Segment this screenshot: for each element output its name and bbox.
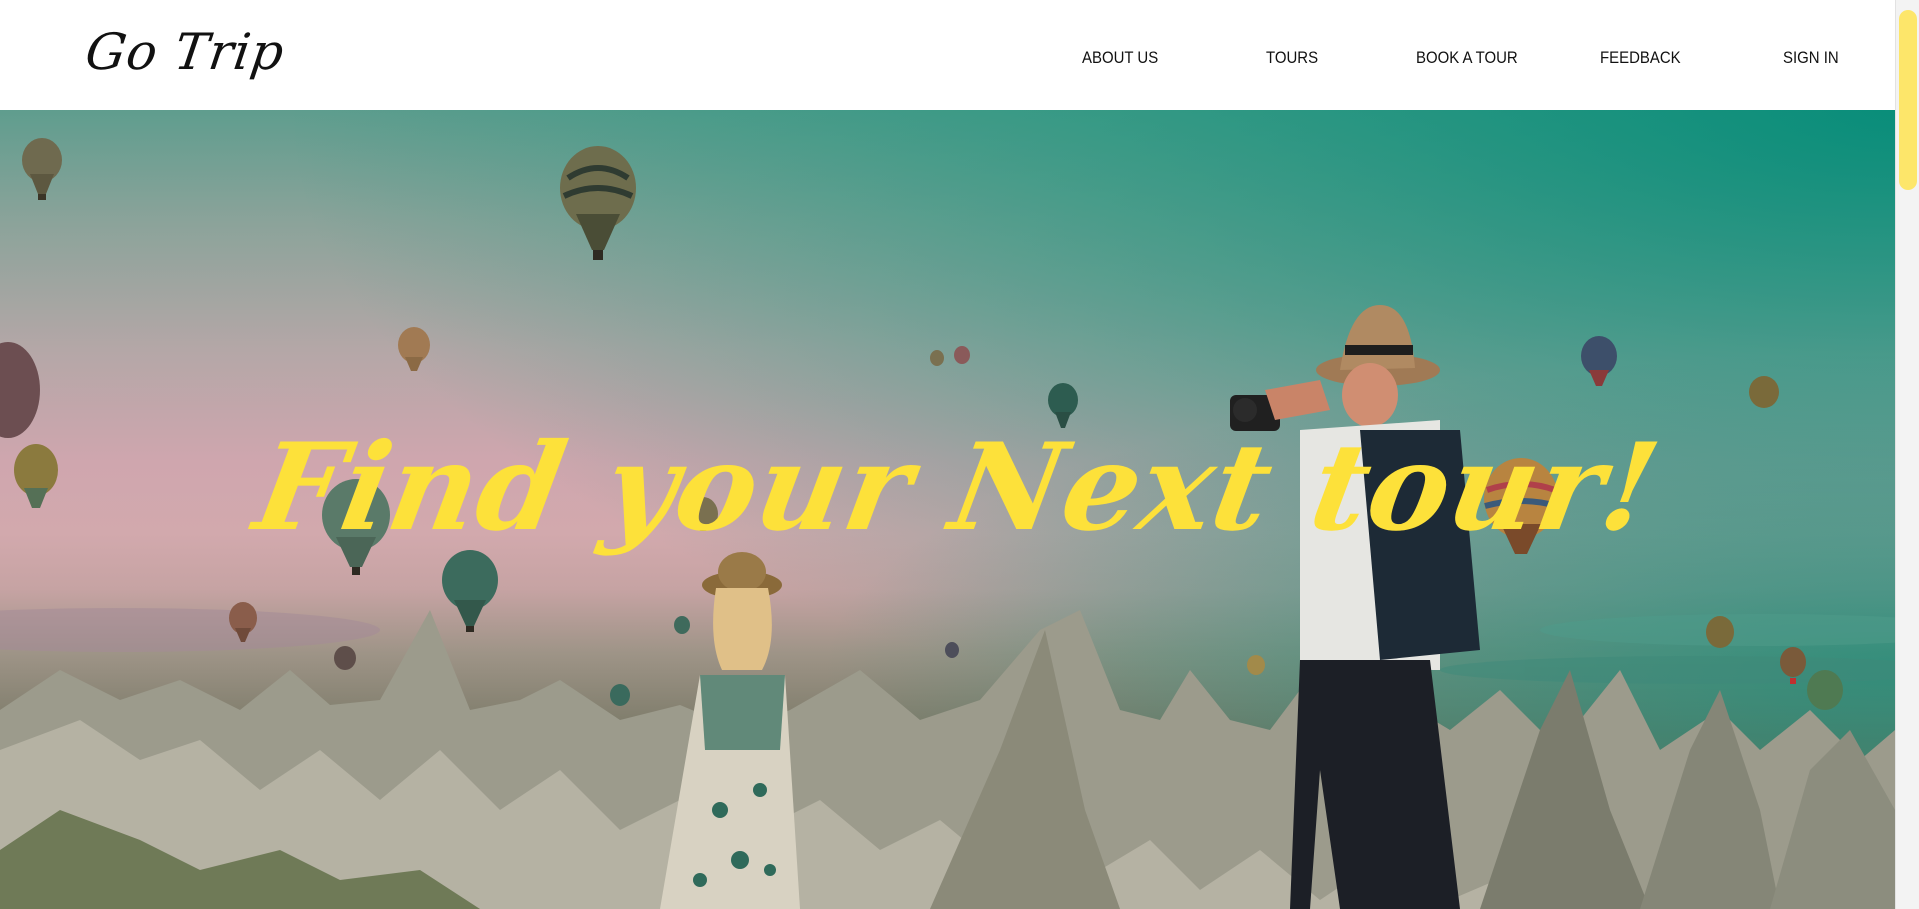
nav-about-us[interactable]: ABOUT US <box>1082 48 1158 68</box>
nav-sign-in[interactable]: SIGN IN <box>1783 48 1839 68</box>
nav-feedback[interactable]: FEEDBACK <box>1600 48 1681 68</box>
main-nav: ABOUT US TOURS BOOK A TOUR FEEDBACK SIGN… <box>1040 0 1880 110</box>
site-header: Go Trip ABOUT US TOURS BOOK A TOUR FEEDB… <box>0 0 1895 110</box>
vertical-scrollbar[interactable] <box>1895 0 1919 909</box>
hero-title: Find your Next tour! <box>245 417 1670 558</box>
nav-book-a-tour[interactable]: BOOK A TOUR <box>1416 48 1518 68</box>
page: Go Trip ABOUT US TOURS BOOK A TOUR FEEDB… <box>0 0 1919 909</box>
hero-section: Find your Next tour! <box>0 110 1895 909</box>
site-logo[interactable]: Go Trip <box>82 22 289 82</box>
nav-tours[interactable]: TOURS <box>1266 48 1318 68</box>
scrollbar-thumb[interactable] <box>1899 10 1917 190</box>
